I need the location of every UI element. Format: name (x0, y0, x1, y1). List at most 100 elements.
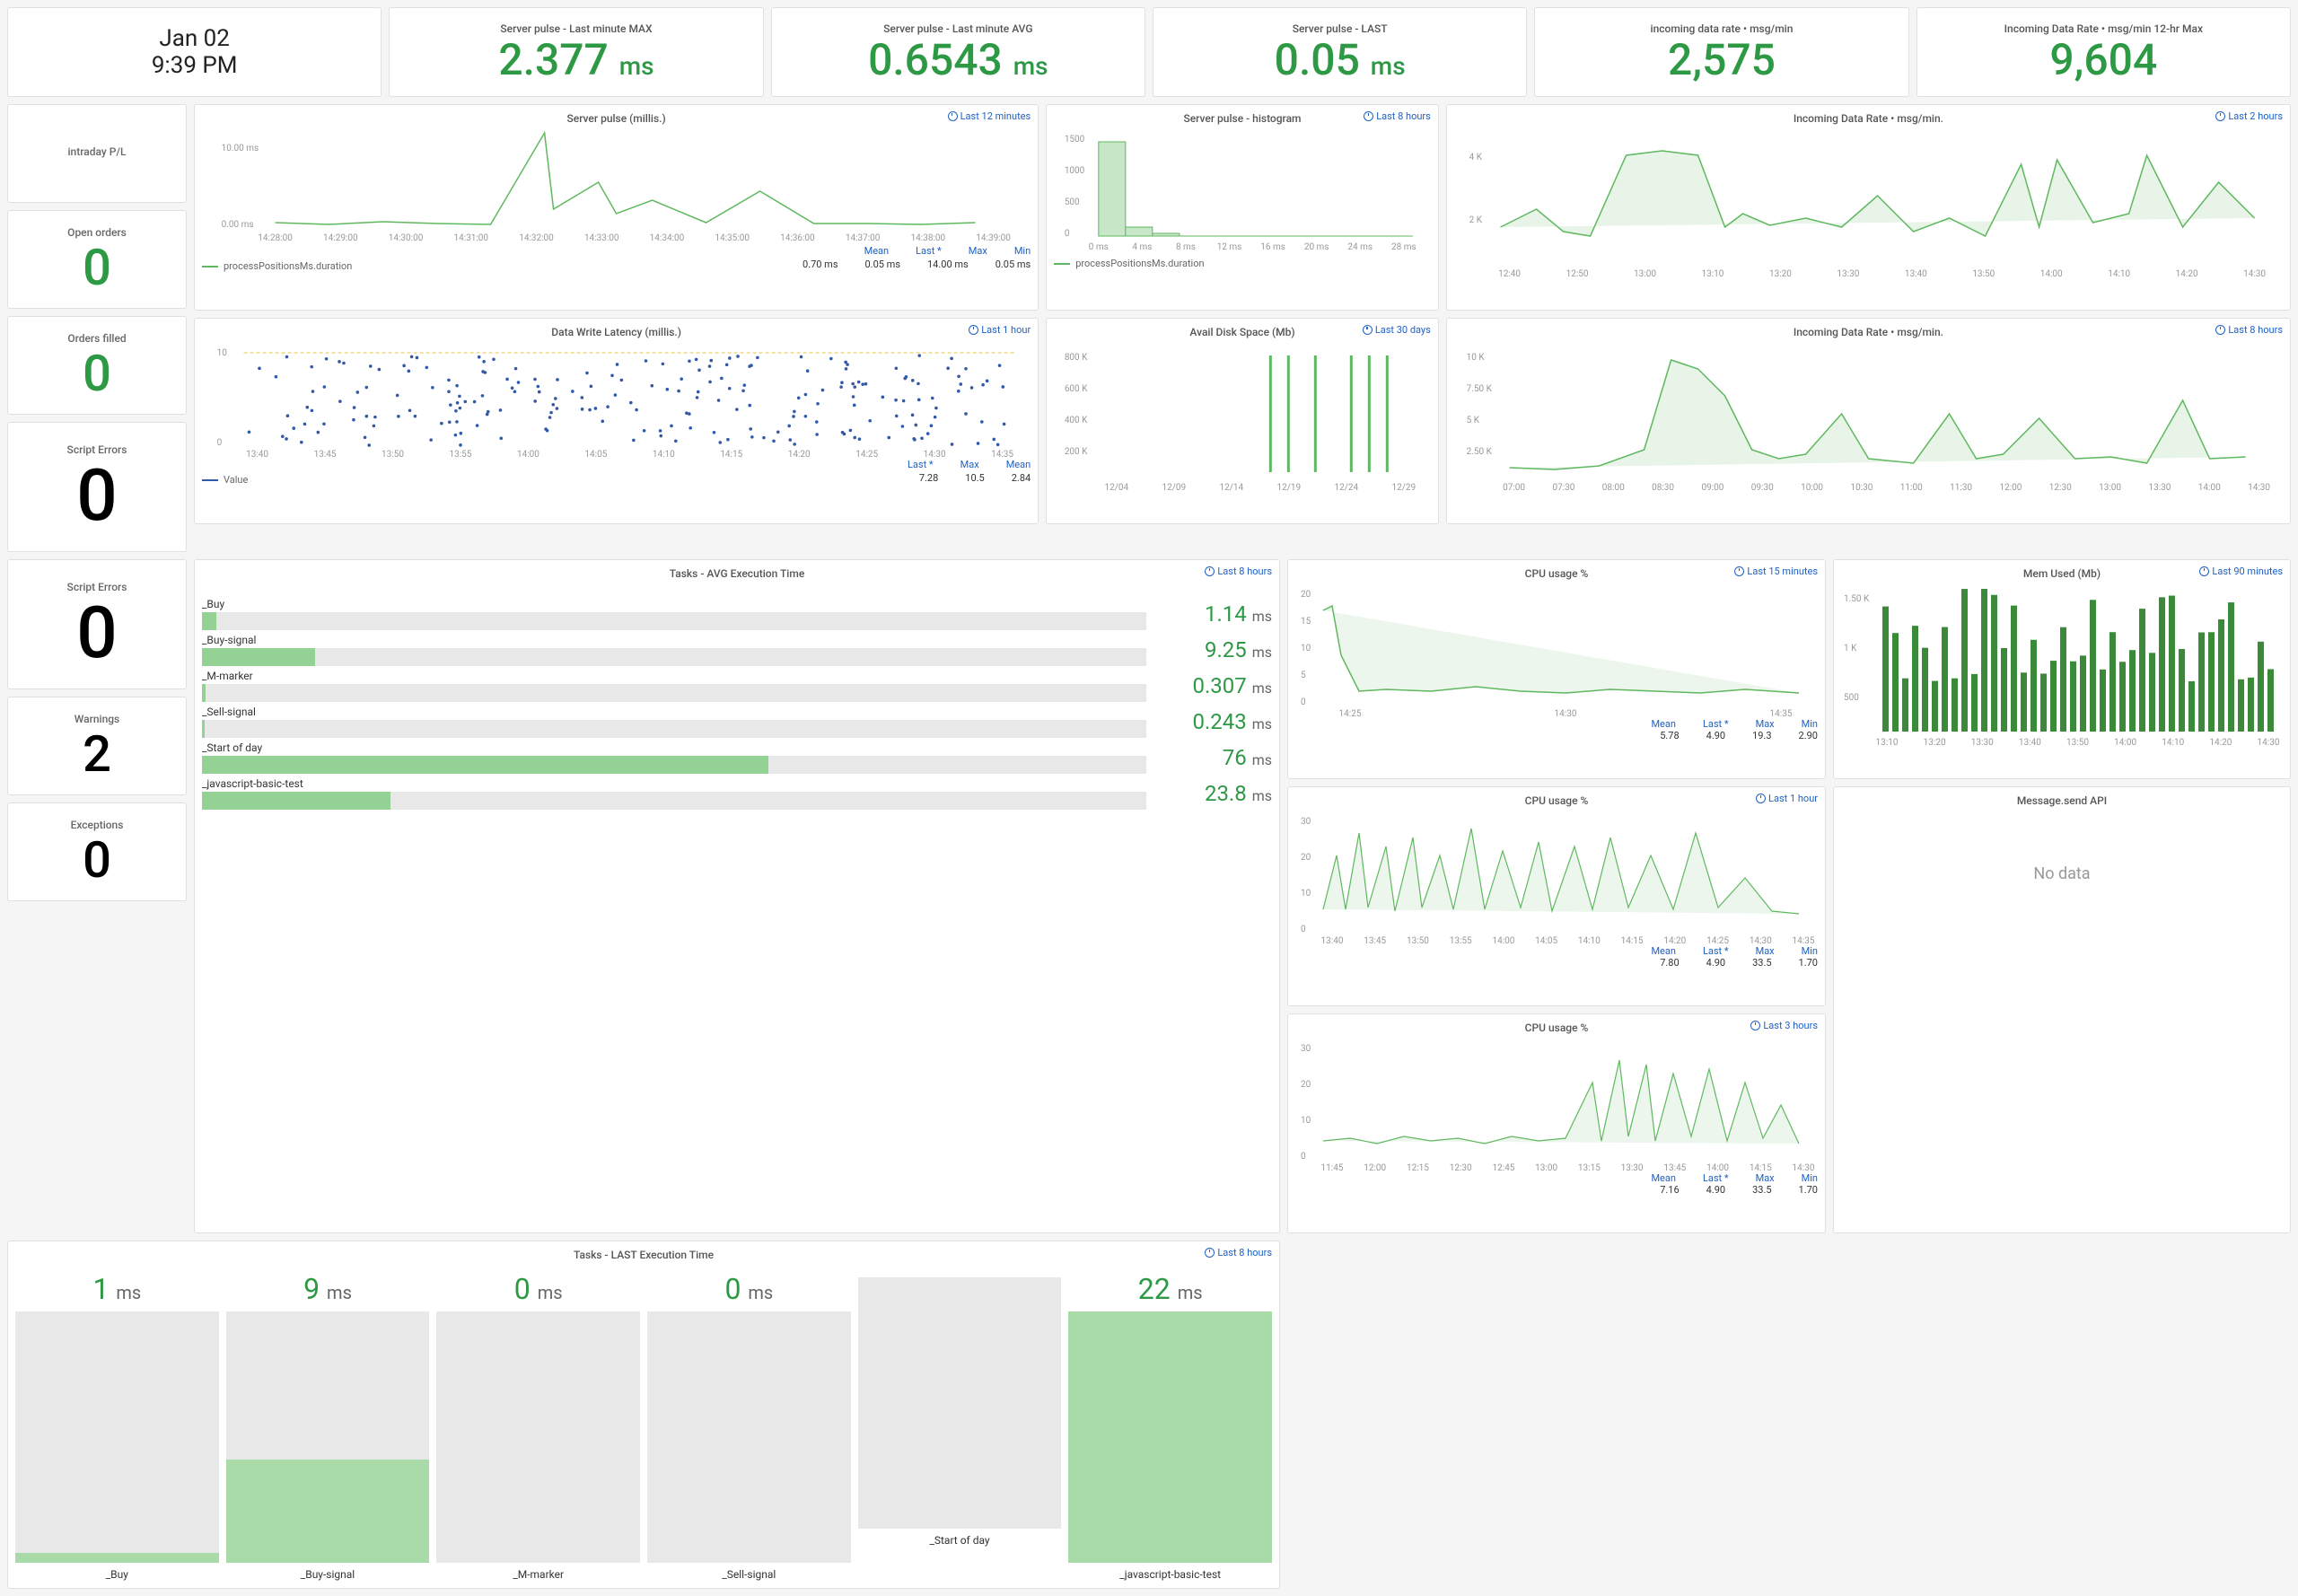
chart-server-pulse[interactable]: Server pulse (millis.) Last 12 minutes 1… (194, 104, 1039, 311)
datetime-panel: Jan 02 9:39 PM (7, 7, 382, 97)
svg-text:30: 30 (1301, 1044, 1311, 1054)
svg-text:0: 0 (1065, 229, 1070, 239)
time-range-link[interactable]: Last 3 hours (1750, 1020, 1818, 1031)
svg-text:12:30: 12:30 (2049, 483, 2072, 493)
svg-text:14:20: 14:20 (2209, 738, 2232, 748)
svg-text:14:36:00: 14:36:00 (780, 233, 815, 243)
clock-icon (1205, 1248, 1215, 1258)
svg-text:30: 30 (1301, 817, 1311, 827)
chart-mem[interactable]: Mem Used (Mb) Last 90 minutes 1.50 K 1 K… (1833, 559, 2291, 779)
chart-msg-api[interactable]: Message.send API No data (1833, 786, 2291, 1233)
svg-text:10: 10 (1301, 1116, 1311, 1126)
stat-script-errors-1[interactable]: Script Errors 0 (7, 422, 187, 552)
svg-text:14:05: 14:05 (584, 450, 607, 459)
time-range-link[interactable]: Last 12 minutes (948, 110, 1031, 122)
task-last-label: _Sell-signal (647, 1568, 851, 1581)
chart-cpu-3h[interactable]: CPU usage % Last 3 hours 0102030 11:4512… (1287, 1013, 1826, 1233)
svg-text:12/04: 12/04 (1105, 483, 1129, 493)
svg-text:12:30: 12:30 (1450, 1163, 1472, 1172)
svg-text:600 K: 600 K (1065, 384, 1088, 394)
svg-text:7.50 K: 7.50 K (1466, 384, 1492, 394)
svg-text:13:30: 13:30 (1621, 1163, 1644, 1172)
svg-text:14:30: 14:30 (1555, 709, 1577, 718)
svg-text:13:40: 13:40 (1321, 936, 1344, 945)
svg-text:12/14: 12/14 (1220, 483, 1244, 493)
svg-text:13:55: 13:55 (450, 450, 472, 459)
time-range-link[interactable]: Last 8 hours (2215, 324, 2283, 336)
time-range-link[interactable]: Last 2 hours (2215, 110, 2283, 122)
svg-text:20: 20 (1301, 1080, 1311, 1090)
svg-text:13:50: 13:50 (2066, 738, 2089, 748)
task-value: 1.14 ms (1146, 601, 1272, 627)
task-label: _M-marker (202, 670, 1146, 682)
top-stats-row: Jan 02 9:39 PM Server pulse - Last minut… (7, 7, 2291, 97)
svg-text:1.50 K: 1.50 K (1844, 594, 1870, 604)
svg-text:8 ms: 8 ms (1176, 242, 1196, 252)
svg-text:13:40: 13:40 (1905, 269, 1927, 279)
clock-icon (2215, 325, 2225, 335)
svg-text:13:45: 13:45 (1364, 936, 1386, 945)
svg-text:14:30: 14:30 (2243, 269, 2266, 279)
stat-server-pulse-last[interactable]: Server pulse - LAST 0.05 ms (1153, 7, 1527, 97)
chart-data-write[interactable]: Data Write Latency (millis.) Last 1 hour… (194, 318, 1039, 524)
stat-server-pulse-avg[interactable]: Server pulse - Last minute AVG 0.6543 ms (771, 7, 1145, 97)
time-range-link[interactable]: Last 15 minutes (1734, 566, 1818, 577)
stat-warnings[interactable]: Warnings 2 (7, 697, 187, 795)
svg-text:12 ms: 12 ms (1217, 242, 1242, 252)
chart-server-pulse-hist[interactable]: Server pulse - histogram Last 8 hours 15… (1046, 104, 1439, 311)
clock-icon (1205, 566, 1215, 576)
svg-text:14:35: 14:35 (1770, 709, 1793, 718)
side-stats-col: intraday P/L Open orders 0 Orders filled… (7, 104, 187, 552)
clock-icon (1756, 794, 1766, 803)
stat-incoming-rate[interactable]: incoming data rate • msg/min 2,575 (1534, 7, 1908, 97)
task-last-label: _javascript-basic-test (1068, 1568, 1272, 1581)
stat-script-errors-2[interactable]: Script Errors 0 (7, 559, 187, 689)
svg-text:14:30: 14:30 (2258, 738, 2280, 748)
time-range-link[interactable]: Last 1 hour (969, 324, 1031, 336)
clock-icon (1363, 325, 1373, 335)
stat-orders-filled[interactable]: Orders filled 0 (7, 316, 187, 415)
chart-cpu-15m[interactable]: CPU usage % Last 15 minutes 05101520 14:… (1287, 559, 1826, 779)
svg-text:14:35: 14:35 (991, 450, 1013, 459)
svg-text:14:10: 14:10 (2108, 269, 2130, 279)
svg-text:15: 15 (1301, 617, 1311, 627)
time-range-link[interactable]: Last 8 hours (1205, 566, 1272, 577)
chart-incoming-2h[interactable]: Incoming Data Rate • msg/min. Last 2 hou… (1446, 104, 2291, 311)
stat-exceptions[interactable]: Exceptions 0 (7, 802, 187, 901)
task-last-value: 0 ms (647, 1272, 851, 1306)
task-last-label: _Start of day (858, 1534, 1062, 1547)
svg-text:5: 5 (1301, 671, 1306, 680)
svg-text:1 K: 1 K (1844, 644, 1857, 653)
chart-disk[interactable]: Avail Disk Space (Mb) Last 30 days 800 K… (1046, 318, 1439, 524)
svg-text:09:00: 09:00 (1701, 483, 1724, 493)
stat-intraday-pl[interactable]: intraday P/L (7, 104, 187, 203)
time-range-link[interactable]: Last 8 hours (1205, 1247, 1272, 1258)
chart-tasks-avg[interactable]: Tasks - AVG Execution Time Last 8 hours … (194, 559, 1280, 1233)
svg-text:14:25: 14:25 (855, 450, 878, 459)
task-value: 76 ms (1146, 745, 1272, 770)
svg-text:14:30: 14:30 (1793, 1163, 1815, 1172)
clock-icon (969, 325, 978, 335)
svg-text:12:45: 12:45 (1492, 1163, 1514, 1172)
time-range-link[interactable]: Last 1 hour (1756, 793, 1818, 804)
chart-cpu-1h[interactable]: CPU usage % Last 1 hour 0102030 13:4013:… (1287, 786, 1826, 1006)
svg-text:14:37:00: 14:37:00 (846, 233, 881, 243)
stat-server-pulse-max[interactable]: Server pulse - Last minute MAX 2.377 ms (389, 7, 763, 97)
svg-text:10: 10 (1301, 644, 1311, 653)
chart-tasks-last[interactable]: Tasks - LAST Execution Time Last 8 hours… (7, 1241, 1280, 1589)
svg-text:10.00 ms: 10.00 ms (222, 144, 259, 153)
time-range-link[interactable]: Last 90 minutes (2199, 566, 2283, 577)
chart-incoming-8h[interactable]: Incoming Data Rate • msg/min. Last 8 hou… (1446, 318, 2291, 524)
svg-text:13:45: 13:45 (1663, 1163, 1686, 1172)
time-range-link[interactable]: Last 8 hours (1364, 110, 1431, 122)
svg-text:13:50: 13:50 (1407, 936, 1429, 945)
svg-text:12:15: 12:15 (1407, 1163, 1429, 1172)
svg-text:200 K: 200 K (1065, 447, 1088, 457)
svg-text:14:05: 14:05 (1535, 936, 1557, 945)
svg-text:20: 20 (1301, 590, 1311, 600)
svg-text:07:00: 07:00 (1503, 483, 1525, 493)
stat-open-orders[interactable]: Open orders 0 (7, 210, 187, 309)
stat-incoming-rate-12h[interactable]: Incoming Data Rate • msg/min 12-hr Max 9… (1916, 7, 2291, 97)
svg-text:1000: 1000 (1065, 166, 1085, 176)
time-range-link[interactable]: Last 30 days (1363, 324, 1431, 336)
